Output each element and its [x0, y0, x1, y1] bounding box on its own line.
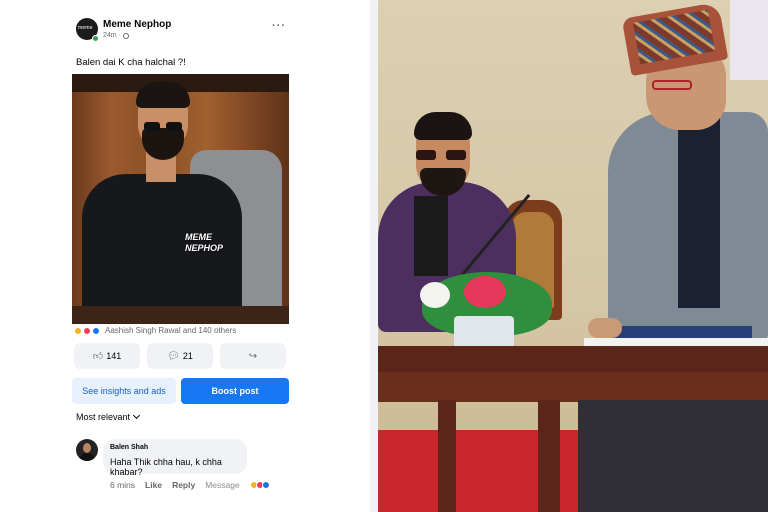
table-carved-edge	[378, 372, 768, 402]
table-leg	[538, 400, 560, 512]
share-button[interactable]: ↪	[220, 343, 286, 369]
standing-man-hand	[588, 318, 622, 338]
thumbs-up-icon: 👍︎	[92, 351, 104, 362]
comment-sort-dropdown[interactable]: Most relevant	[76, 411, 141, 422]
white-flowers	[420, 282, 450, 308]
share-icon: ↪	[248, 350, 258, 362]
comment-text: Haha Thik chha hau, k chha khabar?	[110, 457, 222, 477]
desk	[72, 306, 289, 324]
seated-man-sunglasses	[414, 150, 470, 160]
sunglasses	[142, 122, 184, 131]
comment-actions: 6 mins Like Reply Message	[110, 480, 270, 490]
social-post: meme Meme Nephop 24m · ··· Balen dai K c…	[0, 0, 378, 512]
meme-watermark: MEME NEPHOP	[185, 232, 224, 253]
see-insights-button[interactable]: See insights and ads	[72, 378, 176, 404]
oath-book	[612, 326, 752, 338]
table-leg	[438, 400, 456, 512]
reactions-summary[interactable]: Aashish Singh Rawal and 140 others	[74, 326, 236, 335]
standing-man-trousers	[578, 400, 768, 512]
author-name[interactable]: Meme Nephop	[103, 19, 171, 30]
ceremony-photo	[378, 0, 768, 512]
like-reaction-icon	[92, 326, 100, 335]
standing-man-sweater	[678, 118, 720, 308]
sort-label: Most relevant	[76, 412, 131, 422]
wooden-table-top	[378, 346, 768, 372]
post-image[interactable]: MEME NEPHOP	[72, 74, 289, 324]
post-time[interactable]: 24m	[103, 32, 117, 39]
like-button[interactable]: 👍︎ 141	[74, 343, 140, 369]
comment-button[interactable]: 💬︎ 21	[147, 343, 213, 369]
online-status-dot	[92, 35, 99, 42]
documents	[584, 338, 768, 346]
person-hair	[136, 82, 190, 108]
comment-reactions[interactable]	[249, 481, 270, 489]
meta-separator: ·	[118, 32, 121, 39]
haha-reaction-icon	[74, 326, 82, 335]
post-caption: Balen dai K cha halchal ?!	[76, 57, 186, 68]
comment-icon: 💬︎	[167, 350, 180, 362]
comment-bubble: Balen Shah Haha Thik chha hau, k chha kh…	[103, 439, 247, 477]
avatar-text: meme	[78, 25, 93, 31]
red-flowers	[464, 276, 506, 308]
background-pillar	[730, 0, 768, 80]
flower-vase	[454, 316, 514, 348]
comment-author[interactable]: Balen Shah	[110, 444, 148, 451]
comments-count: 21	[182, 351, 193, 361]
standing-man-glasses	[652, 80, 692, 90]
more-options-icon[interactable]: ···	[272, 20, 286, 32]
like-reaction-icon	[261, 481, 270, 489]
chevron-down-icon	[132, 411, 141, 420]
comment-reply-link[interactable]: Reply	[172, 480, 195, 490]
panel-divider	[370, 0, 378, 512]
commenter-avatar[interactable]	[76, 439, 98, 461]
love-reaction-icon	[83, 326, 91, 335]
seated-man-hair	[414, 112, 472, 140]
comment-message-link[interactable]: Message	[205, 480, 240, 490]
seated-man-shirt	[414, 196, 448, 276]
comment-time: 6 mins	[110, 480, 136, 490]
comment-like-link[interactable]: Like	[145, 480, 162, 490]
globe-icon	[122, 32, 129, 39]
likes-count: 141	[106, 351, 122, 361]
reactions-text: Aashish Singh Rawal and 140 others	[105, 326, 237, 335]
post-meta: 24m ·	[103, 32, 129, 39]
boost-post-button[interactable]: Boost post	[181, 378, 289, 404]
